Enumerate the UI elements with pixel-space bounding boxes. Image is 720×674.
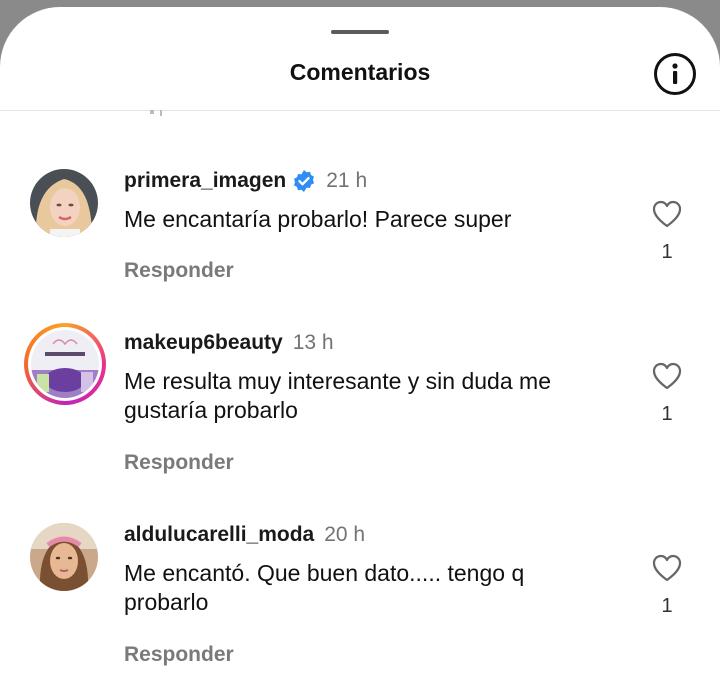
comment-time: 21 h [326, 169, 368, 192]
like-count: 1 [661, 241, 673, 263]
reply-button[interactable]: Responder [124, 643, 234, 667]
header-divider [0, 110, 720, 111]
previous-comment-fragment [150, 110, 162, 116]
reply-button[interactable]: Responder [124, 451, 234, 475]
username[interactable]: primera_imagen [124, 169, 286, 193]
username[interactable]: aldulucarelli_moda [124, 523, 314, 547]
heart-outline-icon[interactable] [652, 362, 682, 390]
comments-sheet: Comentarios primera_imagen 21 h Me encan… [0, 7, 720, 674]
verified-badge-icon [294, 170, 315, 192]
avatar[interactable] [24, 323, 106, 405]
avatar[interactable] [30, 523, 98, 591]
username[interactable]: makeup6beauty [124, 331, 283, 355]
comment-meta: makeup6beauty 13 h [124, 329, 334, 357]
comment-item: primera_imagen 21 h Me encantaría probar… [0, 167, 720, 287]
reply-button[interactable]: Responder [124, 259, 234, 283]
story-ring [28, 327, 102, 401]
avatar-image [31, 330, 99, 398]
page-title: Comentarios [289, 59, 431, 85]
comment-text: Me resulta muy interesante y sin duda me… [124, 368, 551, 423]
comment-meta: aldulucarelli_moda 20 h [124, 521, 365, 549]
comment-item: makeup6beauty 13 h Me resulta muy intere… [0, 323, 720, 479]
comment-time: 13 h [292, 331, 334, 354]
avatar[interactable] [30, 169, 98, 237]
info-icon[interactable] [654, 53, 696, 95]
comment-meta: primera_imagen 21 h [124, 167, 367, 195]
comment-text: Me encantó. Que buen dato..... tengo q p… [124, 560, 525, 615]
drag-handle[interactable] [331, 30, 389, 34]
heart-outline-icon[interactable] [652, 200, 682, 228]
like-count: 1 [661, 403, 673, 425]
comment-item: aldulucarelli_moda 20 h Me encantó. Que … [0, 521, 720, 671]
heart-outline-icon[interactable] [652, 554, 682, 582]
comment-text: Me encantaría probarlo! Parece super [124, 206, 512, 232]
like-count: 1 [661, 595, 673, 617]
comment-time: 20 h [324, 523, 366, 546]
